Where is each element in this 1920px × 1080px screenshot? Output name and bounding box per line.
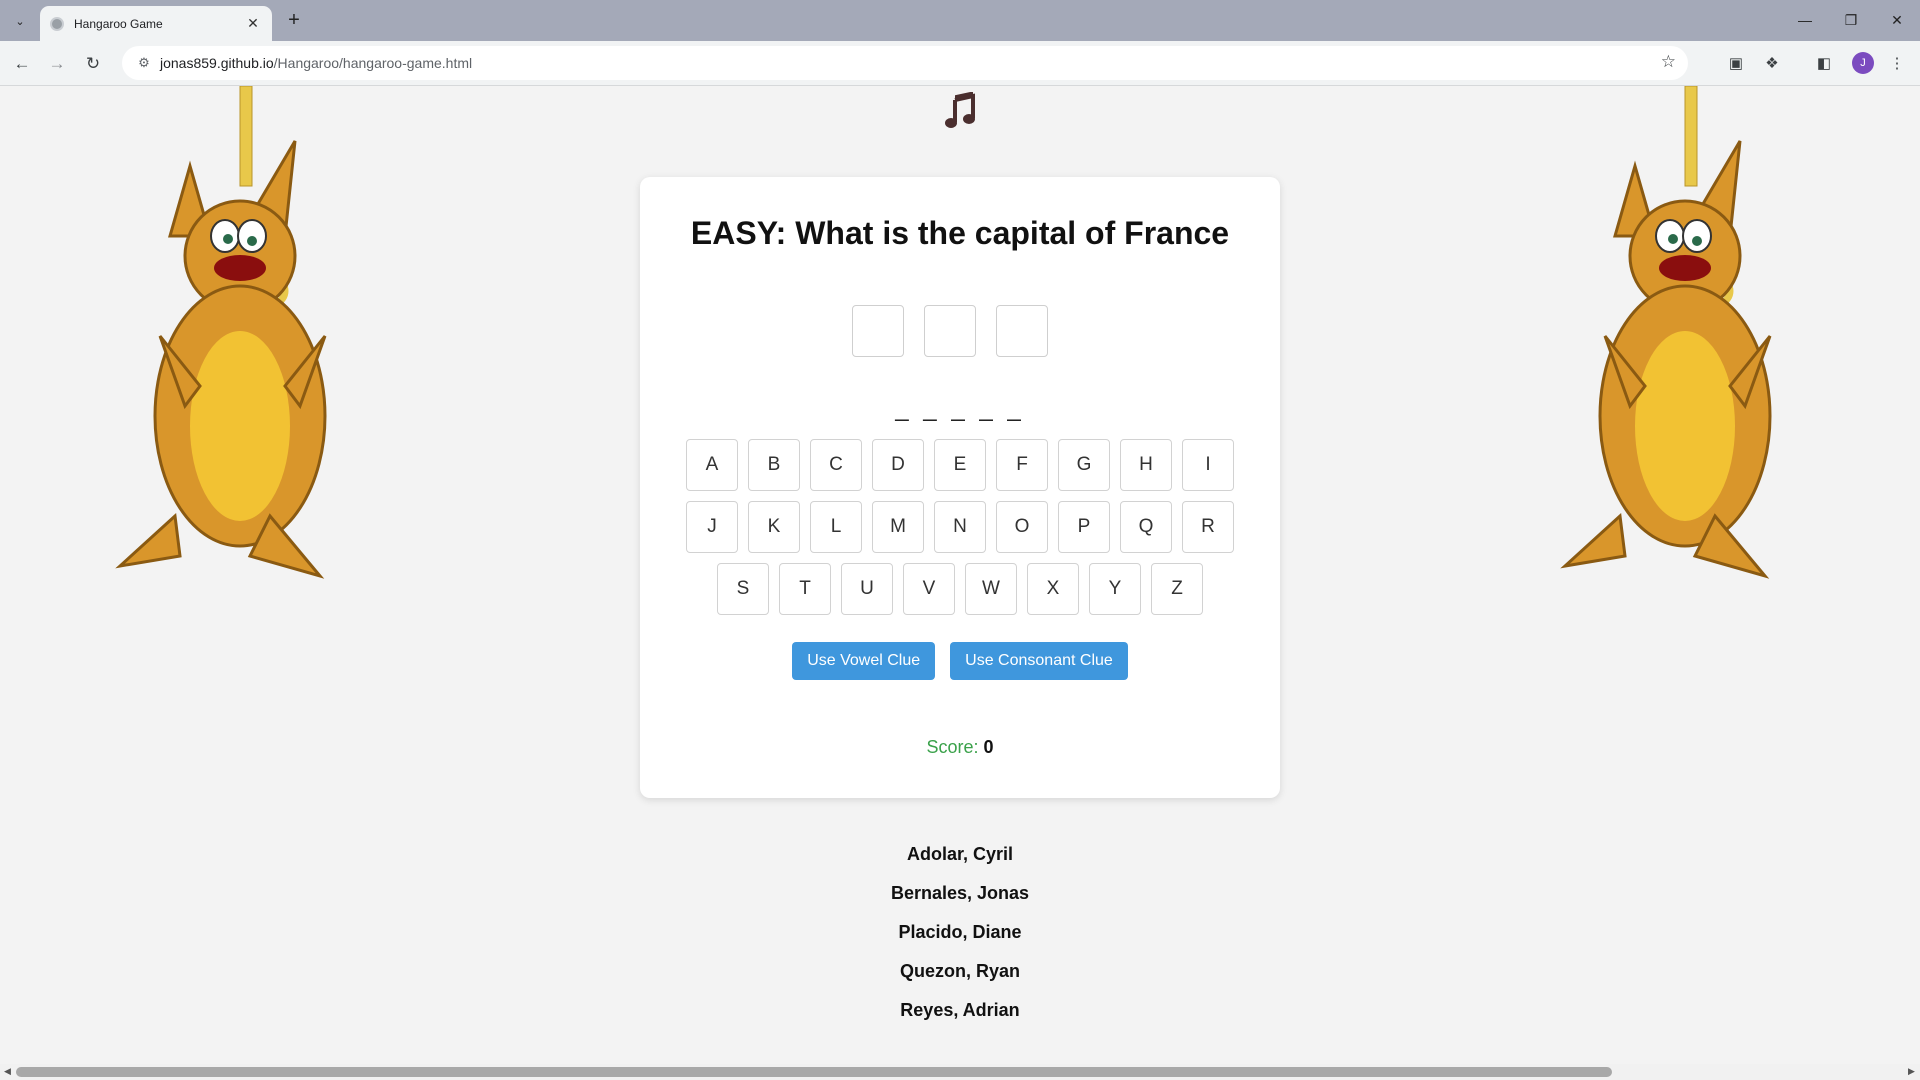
letter-key-d[interactable]: D [872,439,924,491]
scrollbar-thumb[interactable] [16,1067,1612,1077]
keyboard-row: ABCDEFGHI [640,439,1280,491]
letter-key-b[interactable]: B [748,439,800,491]
team-member-name: Quezon, Ryan [899,961,1020,981]
letter-input-box[interactable] [924,305,976,357]
letter-key-z[interactable]: Z [1151,563,1203,615]
side-panel-icon[interactable]: ◧ [1811,51,1837,77]
answer-input-row [852,305,1048,357]
vowel-clue-button[interactable]: Use Vowel Clue [792,642,936,680]
letter-key-a[interactable]: A [686,439,738,491]
hanging-kangaroo-right-image [1560,86,1772,579]
reload-icon[interactable]: ↻ [80,51,106,77]
scroll-right-arrow-icon[interactable]: ▶ [1908,1066,1915,1077]
back-arrow-icon[interactable]: ← [9,51,35,77]
letter-key-r[interactable]: R [1182,501,1234,553]
url-domain: jonas859.github.io [160,55,274,71]
letter-keyboard: ABCDEFGHI JKLMNOPQR STUVWXYZ [640,439,1280,625]
letter-key-f[interactable]: F [996,439,1048,491]
score-value: 0 [983,737,994,757]
word-blanks: _ _ _ _ _ [895,395,1025,422]
letter-key-e[interactable]: E [934,439,986,491]
letter-key-y[interactable]: Y [1089,563,1141,615]
tab-title: Hangaroo Game [74,16,163,31]
team-member-name: Bernales, Jonas [890,883,1030,903]
menu-kebab-icon[interactable]: ⋮ [1884,51,1910,77]
score-display: Score: 0 [640,737,1280,758]
team-names-list: Adolar, Cyril Bernales, Jonas Placido, Dia… [0,843,1920,1038]
consonant-clue-button[interactable]: Use Consonant Clue [950,642,1128,680]
bookmark-star-icon[interactable]: ☆ [1661,52,1676,72]
letter-key-u[interactable]: U [841,563,893,615]
keyboard-row: JKLMNOPQR [640,501,1280,553]
site-info-icon[interactable]: ⚙ [128,55,160,71]
letter-key-i[interactable]: I [1182,439,1234,491]
music-note-icon[interactable] [942,92,980,130]
profile-avatar[interactable]: J [1852,52,1874,74]
letter-key-g[interactable]: G [1058,439,1110,491]
letter-key-j[interactable]: J [686,501,738,553]
letter-key-k[interactable]: K [748,501,800,553]
question-heading: EASY: What is the capital of France [690,215,1230,251]
hanging-kangaroo-left-image [115,86,327,579]
team-member-name: Adolar, Cyril [906,844,1014,864]
minimize-icon[interactable]: — [1790,8,1820,32]
letter-key-w[interactable]: W [965,563,1017,615]
address-bar[interactable]: ⚙ jonas859.github.io/Hangaroo/hangaroo-g… [122,46,1688,80]
letter-key-l[interactable]: L [810,501,862,553]
extensions-puzzle-icon[interactable]: ❖ [1759,51,1785,77]
browser-tab[interactable]: Hangaroo Game ✕ [40,6,272,41]
url-text: jonas859.github.io/Hangaroo/hangaroo-gam… [160,55,472,71]
letter-input-box[interactable] [852,305,904,357]
letter-key-c[interactable]: C [810,439,862,491]
keyboard-row: STUVWXYZ [640,563,1280,615]
letter-key-p[interactable]: P [1058,501,1110,553]
new-tab-plus-icon[interactable]: + [282,9,306,33]
game-card: EASY: What is the capital of France _ _ … [640,177,1280,798]
horizontal-scrollbar[interactable]: ◀ ▶ [0,1064,1920,1080]
browser-tab-bar: ⌄ Hangaroo Game ✕ + — ❐ ✕ [0,0,1920,41]
letter-key-q[interactable]: Q [1120,501,1172,553]
letter-key-x[interactable]: X [1027,563,1079,615]
letter-key-v[interactable]: V [903,563,955,615]
browser-toolbar: ← → ↻ ⚙ jonas859.github.io/Hangaroo/hang… [0,41,1920,86]
page-viewport: EASY: What is the capital of France _ _ … [0,86,1920,1064]
team-member-name: Reyes, Adrian [900,1000,1020,1020]
forward-arrow-icon[interactable]: → [44,51,70,77]
letter-key-s[interactable]: S [717,563,769,615]
tab-close-icon[interactable]: ✕ [244,15,262,32]
letter-key-m[interactable]: M [872,501,924,553]
extension-media-icon[interactable]: ▣ [1723,51,1749,77]
letter-key-h[interactable]: H [1120,439,1172,491]
clue-buttons: Use Vowel Clue Use Consonant Clue [640,642,1280,680]
tab-favicon-icon [50,16,64,31]
close-window-icon[interactable]: ✕ [1882,8,1912,32]
letter-key-o[interactable]: O [996,501,1048,553]
letter-key-t[interactable]: T [779,563,831,615]
letter-key-n[interactable]: N [934,501,986,553]
letter-input-box[interactable] [996,305,1048,357]
url-path: /Hangaroo/hangaroo-game.html [273,55,473,71]
score-label: Score: [926,737,979,757]
restore-icon[interactable]: ❐ [1836,8,1866,32]
tab-search-chevron-icon[interactable]: ⌄ [8,9,32,33]
scroll-left-arrow-icon[interactable]: ◀ [4,1066,11,1077]
team-member-name: Placido, Diane [898,922,1022,942]
